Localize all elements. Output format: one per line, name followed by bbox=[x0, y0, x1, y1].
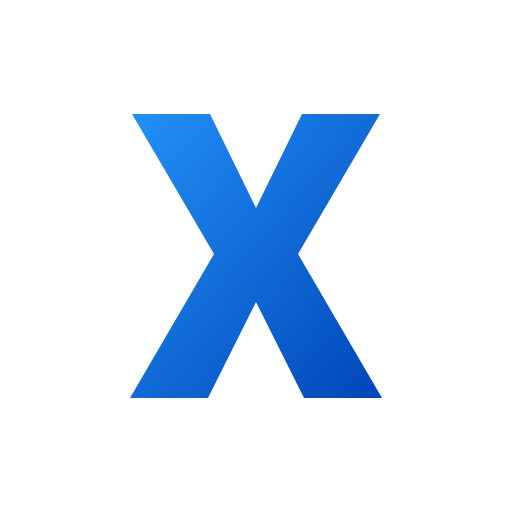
letter-x-shape bbox=[130, 114, 382, 398]
logo-canvas bbox=[0, 0, 512, 512]
letter-x-logo-icon bbox=[130, 114, 382, 398]
